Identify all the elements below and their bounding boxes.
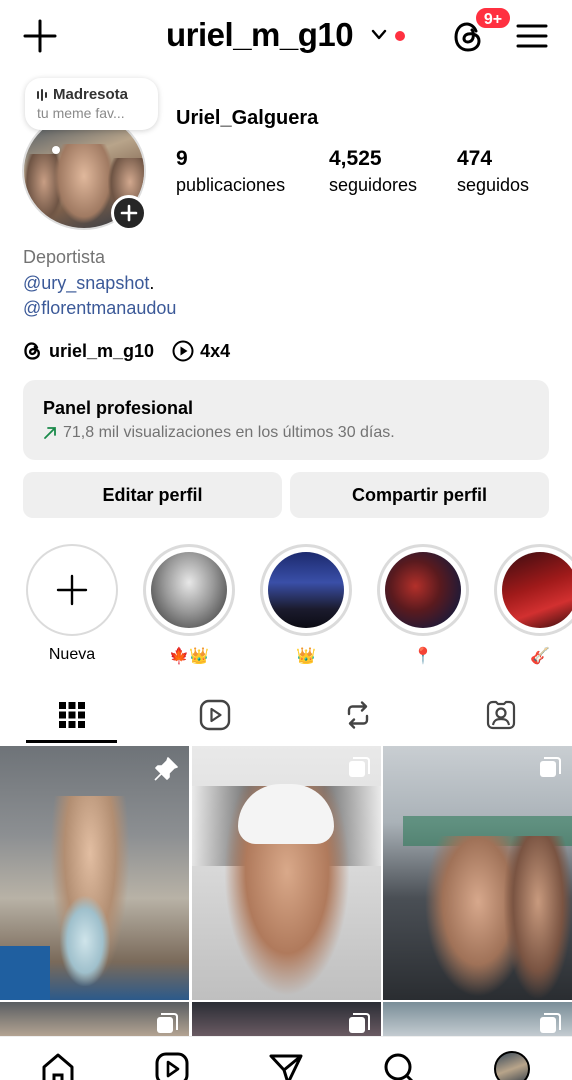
hamburger-menu-icon[interactable] xyxy=(516,22,548,50)
carousel-icon xyxy=(540,757,561,777)
highlight-label: 👑 xyxy=(296,648,316,665)
profile-note[interactable]: Madresota tu meme fav... xyxy=(25,78,158,130)
carousel-icon xyxy=(349,757,370,777)
tab-tagged[interactable] xyxy=(429,686,572,744)
highlight-cover xyxy=(385,552,461,628)
plus-icon[interactable] xyxy=(22,18,58,54)
grid-post[interactable] xyxy=(0,746,189,1000)
pin-icon xyxy=(154,757,178,781)
plus-icon xyxy=(120,204,138,222)
grid-post[interactable] xyxy=(383,746,572,1000)
grid-post[interactable] xyxy=(192,746,381,1000)
search-icon[interactable] xyxy=(382,1051,418,1080)
note-subtitle: tu meme fav... xyxy=(37,105,125,121)
profile-tabs xyxy=(0,686,572,744)
highlight-cover xyxy=(268,552,344,628)
threads-icon xyxy=(24,342,40,360)
top-bar: uriel_m_g10 9+ xyxy=(0,0,572,74)
profile-avatar[interactable] xyxy=(494,1051,530,1080)
stat-label: seguidos xyxy=(457,175,530,195)
panel-subtitle: 71,8 mil visualizaciones en los últimos … xyxy=(63,424,395,441)
reposts-icon xyxy=(347,701,368,729)
bottom-navigation xyxy=(0,1036,572,1080)
carousel-icon xyxy=(540,1013,561,1033)
audio-bars-icon xyxy=(37,88,47,101)
notification-dot xyxy=(395,31,405,41)
mention-separator: . xyxy=(149,273,155,293)
highlight-cover xyxy=(502,552,572,628)
grid-post[interactable] xyxy=(383,1002,572,1036)
profile-full-name: Uriel_Galguera xyxy=(176,107,319,129)
note-title: Madresota xyxy=(53,86,129,103)
carousel-icon xyxy=(157,1013,178,1033)
stat-value: 474 xyxy=(457,147,493,170)
account-username[interactable]: uriel_m_g10 xyxy=(166,16,354,54)
stat-label: seguidores xyxy=(329,175,418,195)
tagged-icon xyxy=(486,700,515,730)
profile-category: Deportista xyxy=(23,247,106,267)
bio-mention[interactable]: @florentmanaudou xyxy=(23,298,176,319)
highlight-label: 🎸 xyxy=(530,648,550,665)
stat-posts[interactable]: 9 publicaciones xyxy=(176,147,285,196)
play-circle-icon xyxy=(172,340,194,362)
highlight-label: 📍 xyxy=(413,648,433,665)
panel-title: Panel profesional xyxy=(43,398,194,418)
mention-link[interactable]: @florentmanaudou xyxy=(23,298,176,318)
stat-value: 4,525 xyxy=(329,147,382,170)
highlight-item[interactable]: 📍 xyxy=(377,544,469,666)
highlight-item[interactable]: 🍁👑 xyxy=(143,544,235,666)
reels-icon xyxy=(199,699,230,731)
mention-link[interactable]: @ury_snapshot xyxy=(23,273,149,293)
tab-grid[interactable] xyxy=(0,686,143,744)
professional-dashboard[interactable]: Panel profesional 71,8 mil visualizacion… xyxy=(23,380,549,460)
stat-following[interactable]: 474 seguidos xyxy=(457,147,529,196)
highlight-item[interactable]: 👑 xyxy=(260,544,352,666)
plus-icon xyxy=(56,574,88,606)
grid-icon xyxy=(58,702,85,728)
edit-profile-button[interactable]: Editar perfil xyxy=(23,472,282,518)
share-profile-button[interactable]: Compartir perfil xyxy=(290,472,549,518)
threads-link[interactable]: uriel_m_g10 xyxy=(23,340,154,362)
grid-post[interactable] xyxy=(192,1002,381,1036)
trend-up-arrow-icon xyxy=(44,427,56,439)
note-bubble-tail xyxy=(52,146,60,154)
notification-badge[interactable]: 9+ xyxy=(474,6,512,30)
stat-value: 9 xyxy=(176,147,188,170)
carousel-icon xyxy=(349,1013,370,1033)
tab-reposts[interactable] xyxy=(286,686,429,744)
highlight-label: Nueva xyxy=(48,646,96,663)
profile-links-row: uriel_m_g10 4x4 xyxy=(23,340,242,362)
bio-mention[interactable]: @ury_snapshot. xyxy=(23,273,154,294)
grid-post[interactable] xyxy=(0,1002,189,1036)
active-tab-indicator xyxy=(26,740,117,743)
chevron-down-icon[interactable] xyxy=(371,28,387,42)
play-text: 4x4 xyxy=(200,340,231,361)
threads-handle: uriel_m_g10 xyxy=(49,340,155,361)
play-link[interactable]: 4x4 xyxy=(172,340,230,362)
reels-icon[interactable] xyxy=(154,1051,190,1080)
home-icon[interactable] xyxy=(40,1051,76,1080)
stat-label: publicaciones xyxy=(176,175,286,195)
tab-reels[interactable] xyxy=(143,686,286,744)
send-icon[interactable] xyxy=(268,1051,304,1080)
highlight-item[interactable]: 🎸 xyxy=(494,544,572,666)
highlight-label: 🍁👑 xyxy=(169,648,209,665)
stat-followers[interactable]: 4,525 seguidores xyxy=(329,147,417,196)
highlight-cover xyxy=(151,552,227,628)
highlight-new[interactable]: Nueva xyxy=(26,544,118,666)
add-story-button[interactable] xyxy=(111,195,147,231)
